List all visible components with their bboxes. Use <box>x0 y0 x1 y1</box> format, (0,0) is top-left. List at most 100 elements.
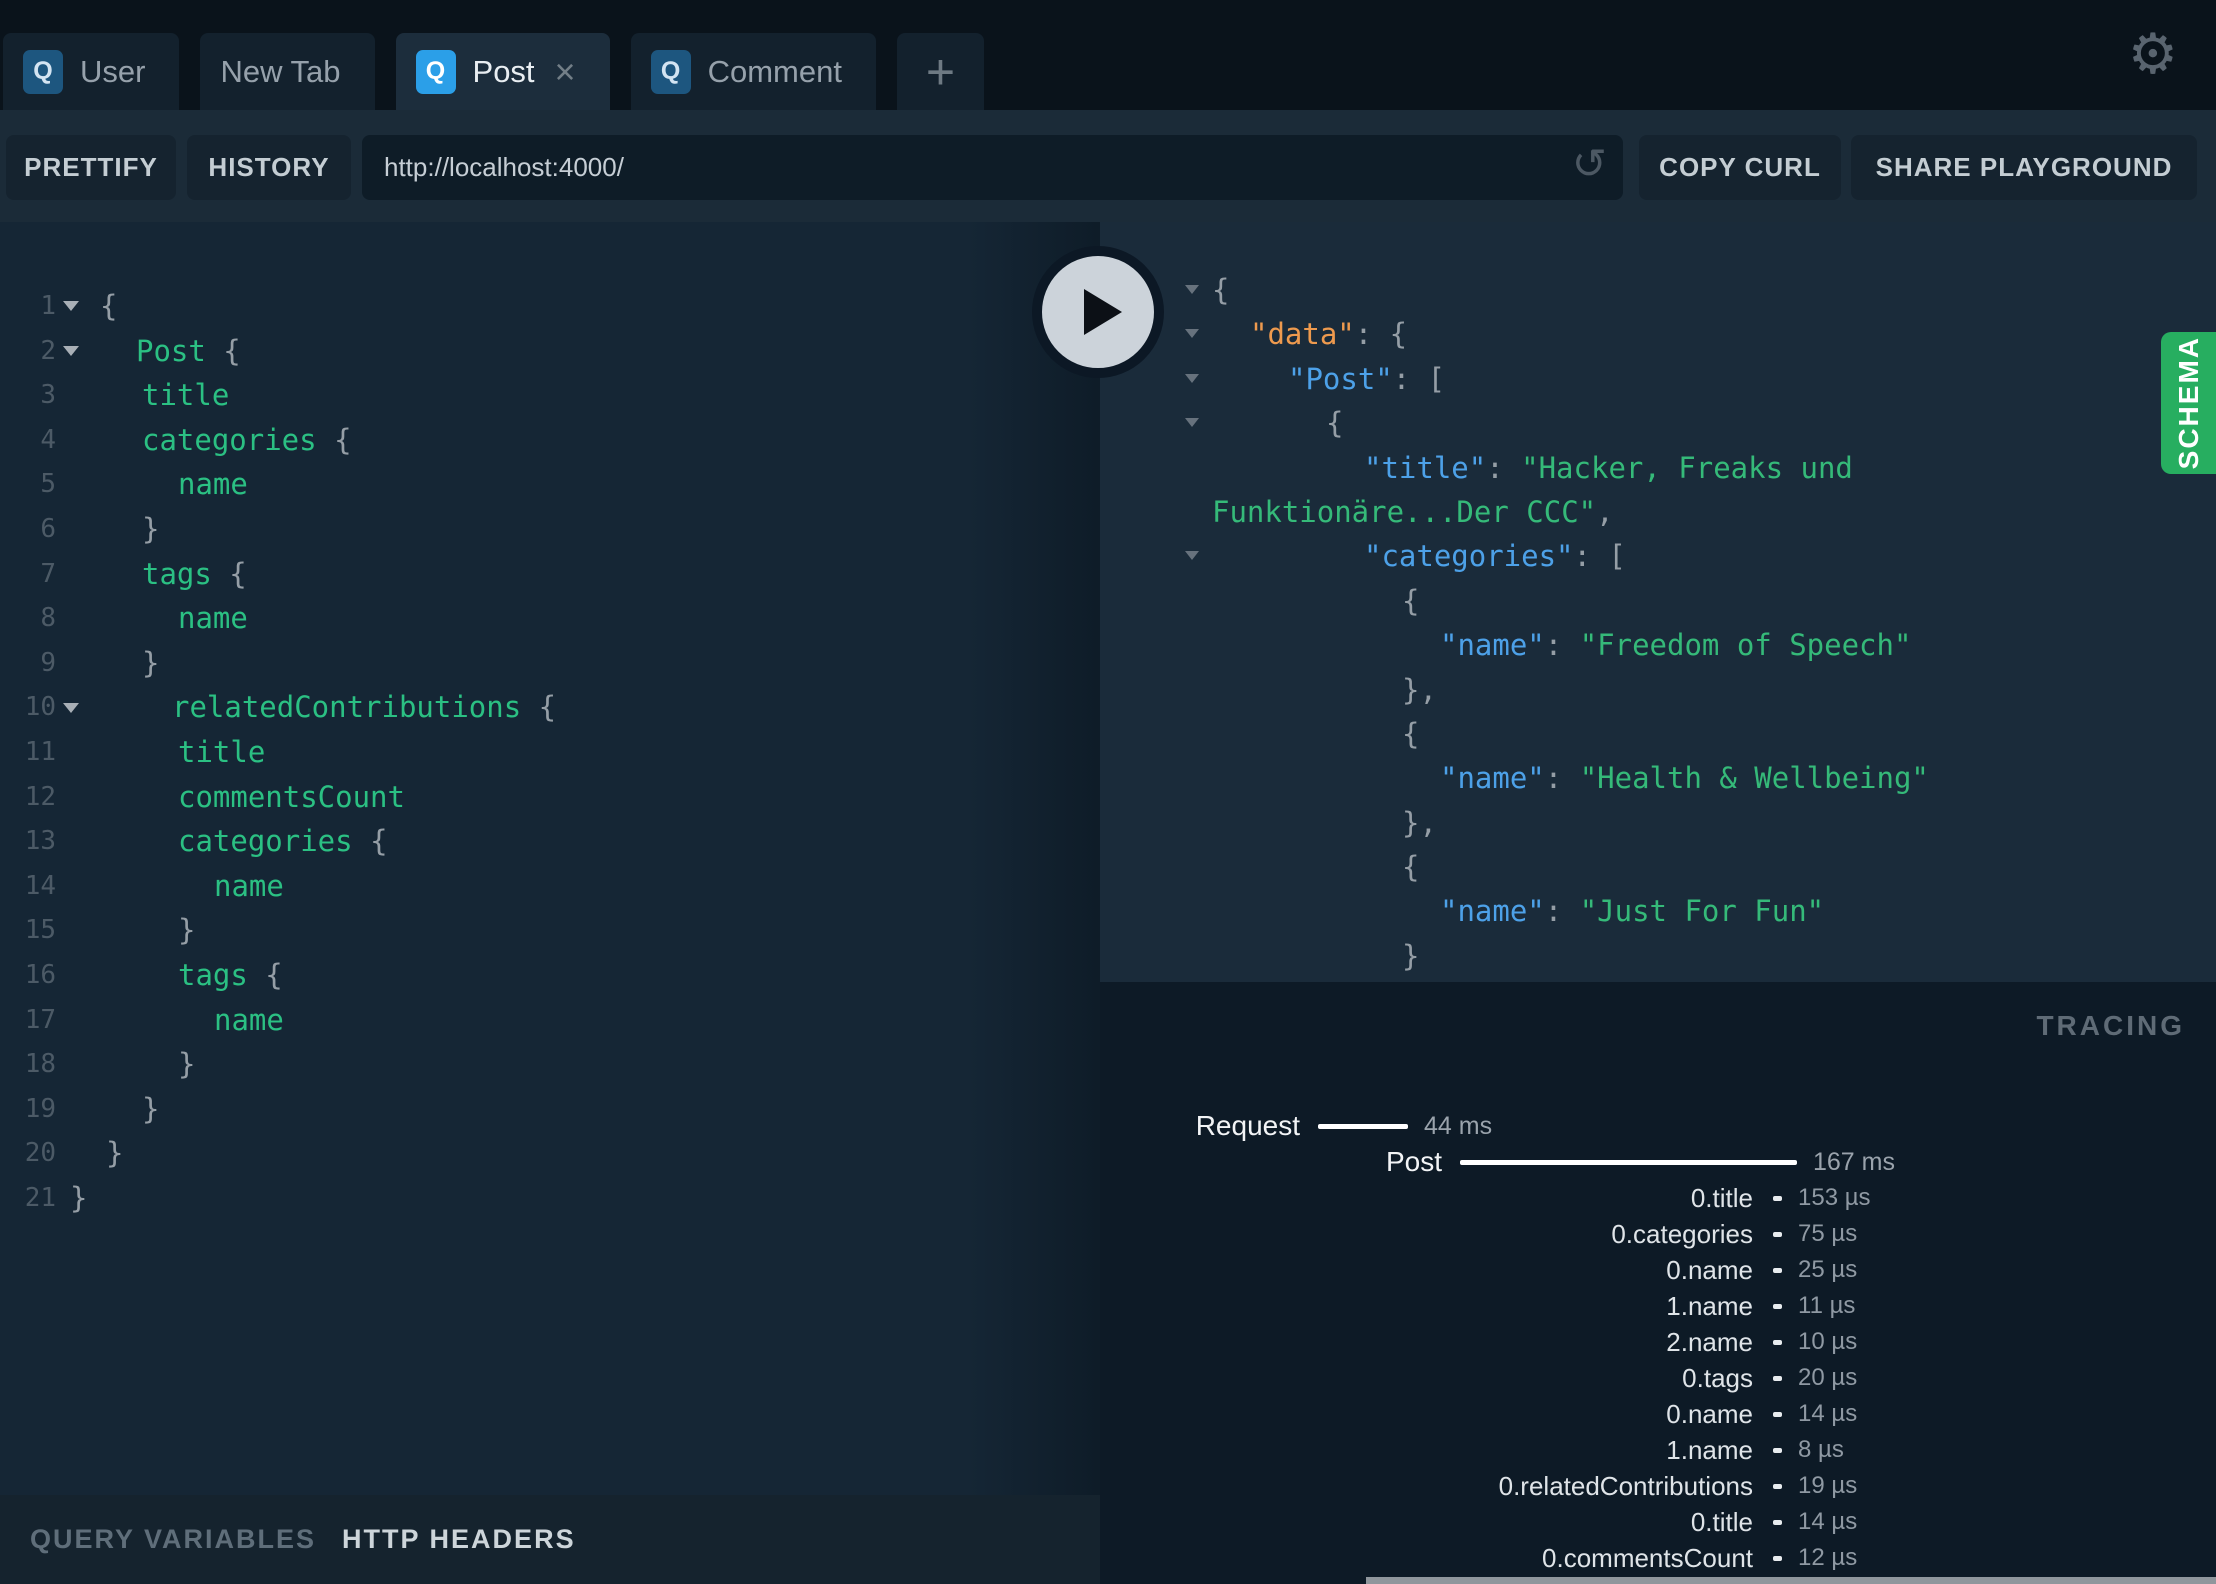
code-token: title <box>142 378 230 413</box>
response-fold-arrow-icon[interactable] <box>1185 373 1199 383</box>
tracing-row: Request 44 ms <box>1100 1108 2216 1144</box>
editor-line: 21 } <box>0 1176 1100 1221</box>
editor-line: 11 title <box>0 730 1100 775</box>
trace-value: 14 µs <box>1798 1508 1858 1535</box>
tab-label: Comment <box>707 53 842 89</box>
trace-value: 11 µs <box>1798 1292 1856 1319</box>
tracing-horizontal-scrollbar[interactable] <box>1366 1577 2216 1584</box>
code-token: "title" <box>1364 450 1487 485</box>
response-row: { <box>1100 579 2216 623</box>
code-token: }, <box>1402 672 1437 707</box>
code-token: }, <box>1402 805 1437 840</box>
response-fold-arrow-icon[interactable] <box>1185 329 1199 339</box>
trace-duration-bar <box>1773 1411 1782 1417</box>
tab-item[interactable]: Q Post × <box>395 33 610 110</box>
close-icon[interactable]: × <box>555 53 576 90</box>
query-editor[interactable]: 1 { 2 Post { 3 title 4 categories {5 na… <box>0 222 1100 1495</box>
code-token: title <box>178 734 266 769</box>
code-text: title <box>70 730 265 775</box>
code-token: } <box>142 511 160 546</box>
response-row: }, <box>1100 801 2216 845</box>
line-number: 15 <box>24 915 56 946</box>
code-token: } <box>142 645 160 680</box>
code-token: Funktionäre...Der CCC" <box>1212 494 1597 529</box>
code-token: , <box>1596 494 1614 529</box>
code-token: "Freedom of Speech" <box>1579 628 1912 663</box>
tracing-row: 0.title 153 µs <box>1100 1180 2216 1216</box>
code-token: : { <box>1354 317 1408 352</box>
settings-gear-icon[interactable]: ⚙ <box>2128 26 2178 82</box>
tracing-row: 0.title 14 µs <box>1100 1504 2216 1540</box>
trace-label: 0.relatedContributions <box>1498 1470 1753 1501</box>
response-code-text: { <box>1100 401 2216 445</box>
code-token: categories <box>142 422 317 457</box>
line-number: 11 <box>24 736 56 767</box>
fold-arrow-icon[interactable] <box>56 703 86 713</box>
trace-duration-bar <box>1773 1519 1782 1525</box>
new-tab-button[interactable]: + <box>896 33 984 110</box>
code-token: relatedContributions <box>172 690 522 725</box>
line-number: 10 <box>24 692 56 723</box>
fold-arrow-icon[interactable] <box>56 301 86 311</box>
code-token: "data" <box>1250 317 1355 352</box>
response-code-text: }, <box>1100 668 2216 712</box>
line-number: 9 <box>40 647 56 678</box>
code-token: "Hacker, Freaks und <box>1521 450 1853 485</box>
editor-line: 17 name <box>0 998 1100 1043</box>
code-token: { <box>1212 273 1230 307</box>
editor-line: 2 Post { <box>0 329 1100 374</box>
tracing-row: 0.name 14 µs <box>1100 1396 2216 1432</box>
http-headers-tab[interactable]: HTTP HEADERS <box>342 1524 576 1555</box>
response-code-text: Funktionäre...Der CCC", <box>1100 490 2216 534</box>
trace-label: 0.commentsCount <box>1542 1542 1753 1573</box>
trace-duration-bar <box>1773 1447 1782 1453</box>
line-number: 13 <box>24 826 56 857</box>
tracing-row: 1.name 8 µs <box>1100 1432 2216 1468</box>
code-text: name <box>70 864 284 909</box>
response-row: "Post": [ <box>1100 357 2216 401</box>
url-input[interactable] <box>362 135 1623 200</box>
code-token: categories <box>178 824 353 859</box>
response-row: { <box>1100 712 2216 756</box>
trace-value: 25 µs <box>1798 1256 1858 1283</box>
play-button[interactable] <box>1032 246 1164 378</box>
code-text: name <box>70 462 248 507</box>
line-number: 3 <box>40 380 56 411</box>
tab-item[interactable]: Q User × <box>3 33 180 110</box>
trace-value: 14 µs <box>1798 1400 1858 1427</box>
code-token: { <box>247 957 283 992</box>
response-fold-arrow-icon[interactable] <box>1185 418 1199 428</box>
tab-item[interactable]: Q Comment × <box>630 33 876 110</box>
main-area: 1 { 2 Post { 3 title 4 categories {5 na… <box>0 222 2216 1584</box>
refresh-icon[interactable]: ↺ <box>1572 143 1607 185</box>
code-token: { <box>1402 716 1420 751</box>
editor-line: 20 } <box>0 1131 1100 1176</box>
schema-tab[interactable]: SCHEMA <box>2161 332 2216 474</box>
code-token: { <box>1326 406 1344 441</box>
editor-line: 10 relatedContributions { <box>0 685 1100 730</box>
code-token: : <box>1544 894 1580 929</box>
fold-arrow-icon[interactable] <box>56 346 86 356</box>
trace-label: 1.name <box>1666 1434 1753 1465</box>
query-variables-tab[interactable]: QUERY VARIABLES <box>30 1524 316 1555</box>
history-button[interactable]: HISTORY <box>187 135 351 200</box>
copy-curl-button[interactable]: COPY CURL <box>1639 135 1841 200</box>
line-number: 21 <box>24 1182 56 1213</box>
code-token: "Just For Fun" <box>1579 894 1825 929</box>
tracing-row: 0.relatedContributions 19 µs <box>1100 1468 2216 1504</box>
line-number: 12 <box>24 781 56 812</box>
line-number: 20 <box>24 1138 56 1169</box>
response-row: }, <box>1100 668 2216 712</box>
response-fold-arrow-icon[interactable] <box>1185 285 1199 294</box>
trace-label: 1.name <box>1666 1290 1753 1321</box>
share-playground-button[interactable]: SHARE PLAYGROUND <box>1851 135 2197 200</box>
editor-footer: QUERY VARIABLES HTTP HEADERS <box>0 1495 1100 1584</box>
response-fold-arrow-icon[interactable] <box>1185 551 1199 561</box>
tab-item[interactable]: New Tab × <box>200 33 375 110</box>
editor-line: 14 name <box>0 864 1100 909</box>
response-code-text: "title": "Hacker, Freaks und <box>1100 446 2216 490</box>
code-token: { <box>521 690 557 725</box>
response-code-text: "name": "Freedom of Speech" <box>1100 623 2216 667</box>
prettify-button[interactable]: PRETTIFY <box>6 135 176 200</box>
code-token: tags <box>178 957 248 992</box>
